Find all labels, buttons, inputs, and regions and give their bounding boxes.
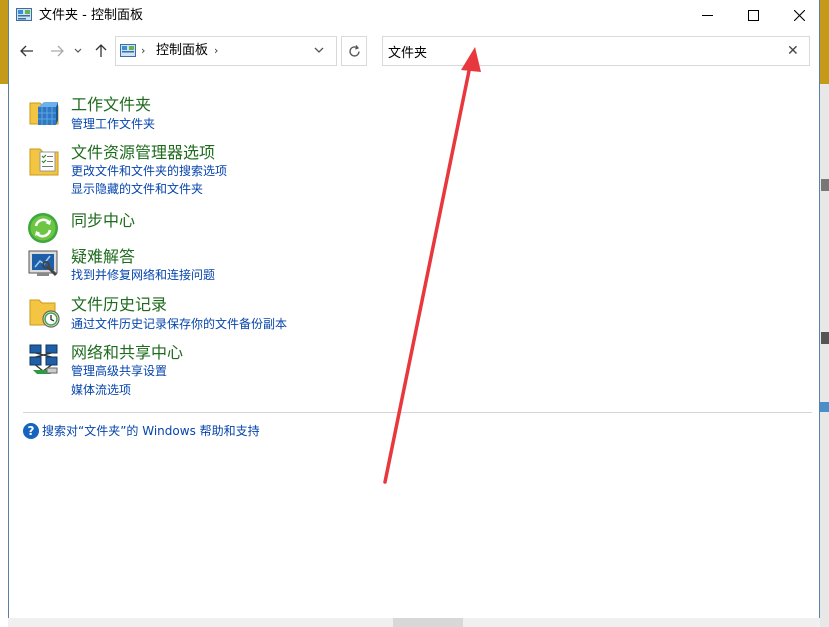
result-title[interactable]: 疑难解答 [71,247,135,267]
result-link[interactable]: 更改文件和文件夹的搜索选项 [71,163,227,179]
result-link[interactable]: 管理高级共享设置 [71,363,167,379]
desktop-background-bottom [8,618,820,627]
navigation-bar: › 控制面板 › ✕ [9,31,819,73]
divider [23,412,812,413]
breadcrumb-separator-icon[interactable]: › [141,44,145,57]
forward-button[interactable] [47,41,67,61]
file-history-icon [29,299,60,328]
minimize-icon [701,15,713,16]
up-button[interactable] [91,41,111,61]
result-title[interactable]: 文件资源管理器选项 [71,143,215,163]
search-box[interactable]: ✕ [382,36,810,66]
explorer-options-icon [29,148,59,176]
work-folders-icon [29,102,59,125]
up-arrow-icon [95,44,107,57]
help-link-text[interactable]: 搜索对“文件夹”的 Windows 帮助和支持 [42,423,260,439]
network-sharing-icon [29,344,58,374]
search-input[interactable] [388,42,778,60]
address-bar[interactable]: › 控制面板 › [115,36,337,66]
chevron-down-icon [74,48,82,53]
breadcrumb-item[interactable]: 控制面板 [156,43,208,59]
close-icon [793,10,805,21]
forward-arrow-icon [51,45,64,57]
window-title: 文件夹 - 控制面板 [39,8,143,23]
close-icon[interactable]: ✕ [787,43,799,59]
result-title[interactable]: 工作文件夹 [71,95,151,115]
help-icon: ? [23,423,39,439]
refresh-button[interactable] [341,36,367,66]
back-button[interactable] [17,41,37,61]
desktop-background-right [820,84,829,627]
maximize-button[interactable] [730,0,776,31]
maximize-icon [747,10,759,21]
control-panel-window: 文件夹 - 控制面板 › 控制面板 › 文件夹 ✕ 工作文件夹 管理工作文件夹 … [8,0,820,618]
result-title[interactable]: 网络和共享中心 [71,343,183,363]
recent-locations-button[interactable] [71,41,85,61]
back-arrow-icon [20,45,33,57]
result-link[interactable]: 显示隐藏的文件和文件夹 [71,181,203,197]
result-link[interactable]: 找到并修复网络和连接问题 [71,267,215,283]
control-panel-icon [16,8,32,21]
sync-center-icon [28,213,58,243]
result-title[interactable]: 文件历史记录 [71,295,167,315]
refresh-icon [348,44,360,57]
result-link[interactable]: 通过文件历史记录保存你的文件备份副本 [71,316,287,332]
result-link[interactable]: 媒体流选项 [71,382,131,398]
result-link[interactable]: 管理工作文件夹 [71,116,155,132]
result-title[interactable]: 同步中心 [71,211,135,231]
minimize-button[interactable] [684,0,730,31]
close-button[interactable] [776,0,822,31]
troubleshooting-icon [28,250,58,277]
title-bar[interactable]: 文件夹 - 控制面板 [9,0,819,31]
breadcrumb-separator-icon[interactable]: › [214,44,218,57]
chevron-down-icon[interactable] [314,46,324,54]
control-panel-icon [120,44,136,57]
search-results: 工作文件夹 管理工作文件夹 文件资源管理器选项 更改文件和文件夹的搜索选项 显示… [9,73,819,618]
